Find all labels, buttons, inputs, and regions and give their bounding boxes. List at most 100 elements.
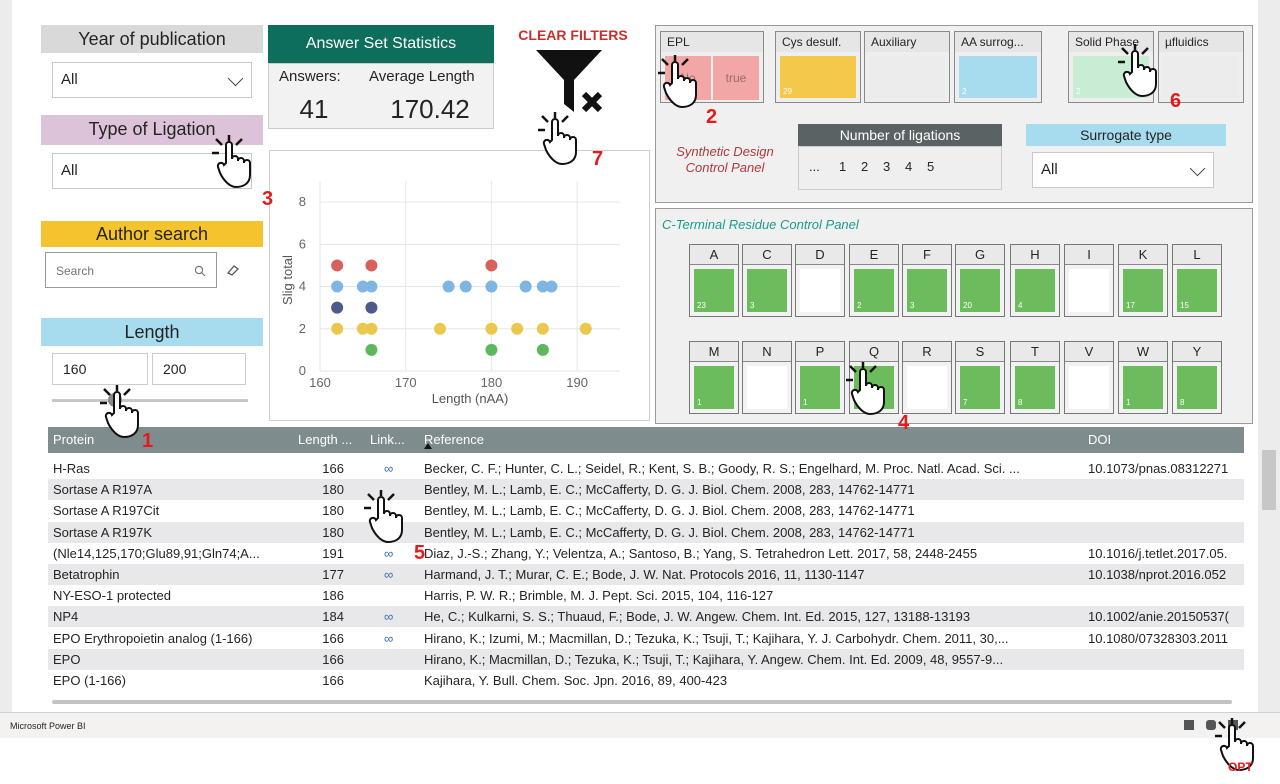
residue-label: K [1119,245,1167,265]
residue-fill: 15 [1177,269,1217,312]
linkedin-icon[interactable] [1184,720,1194,730]
scatter-chart: 160 170 180 190 0 2 4 6 8 Length (nAA) Slig total [280,181,620,406]
cell-reference: Bentley, M. L.; Lamb, E. C.; McCafferty,… [424,503,915,519]
residue-tile-n[interactable]: N [742,341,792,414]
residue-tile-k[interactable]: K 17 [1118,244,1168,317]
col-protein[interactable]: Protein [53,427,94,453]
tile-aa-surrogate[interactable]: AA surrog... 2 [954,31,1042,103]
cell-length: 166 [322,651,344,667]
author-search-input[interactable] [54,261,188,281]
link-icon[interactable]: ∞ [384,458,393,479]
marker-number: 7 [592,148,604,170]
residue-label: V [1065,342,1113,362]
residue-tile-w[interactable]: W1 [1118,341,1168,414]
cell-reference: Bentley, M. L.; Lamb, E. C.; McCafferty,… [424,482,915,498]
residue-tile-c[interactable]: C3 [742,244,792,317]
cell-reference: Kajihara, Y. Bull. Chem. Soc. Jpn. 2016,… [424,673,728,688]
table-row[interactable]: H-Ras 166 Becker, C. F.; Hunter, C. L.; Se… [48,458,1244,479]
horizontal-scrollbar-thumb[interactable] [52,700,1232,704]
cell-doi: 10.1038/nprot.2016.052 [1088,567,1227,582]
marker-number: 6 [1170,90,1182,112]
epl-true-option[interactable]: true [713,56,759,100]
cell-protein: EPO Erythropoietin analog (1-166) [53,630,253,646]
residue-tile-l[interactable]: L 15 [1172,244,1222,317]
cell-reference: Becker, C. F.; Hunter, C. L.; Seidel, R.… [424,461,1020,476]
col-reference[interactable]: Reference [424,427,484,453]
tile-auxiliary[interactable]: Auxiliary [864,31,950,103]
residue-tile-a[interactable]: A 23 [689,244,739,317]
clear-filters-label[interactable]: CLEAR FILTERS [502,27,644,43]
pointer-hand-icon [846,362,885,416]
scrollbar-thumb[interactable] [1262,450,1276,510]
ligations-option-3[interactable]: 3 [883,159,890,174]
ligations-option-1[interactable]: 1 [839,159,846,174]
link-icon[interactable]: ∞ [384,628,393,649]
residue-tile-t[interactable]: T8 [1010,341,1060,414]
table-row[interactable]: (Nle14,125,170;Glu89,91;Gln74;A... 191 Dia… [48,543,1244,564]
tile-auxiliary-label: Auxiliary [865,32,949,52]
year-dropdown[interactable]: All [52,62,252,98]
link-icon[interactable]: ∞ [384,564,393,585]
residue-tile-v[interactable]: V [1064,341,1114,414]
col-doi[interactable]: DOI [1088,427,1111,453]
y-tick-label: 8 [299,194,306,209]
residue-tile-g[interactable]: G 20 [955,244,1005,317]
num-ligations-slicer: ... 1 2 3 4 5 [798,146,1002,190]
residue-fill: 1 [800,366,840,409]
col-length[interactable]: Length ... [298,427,352,453]
table-row[interactable]: NP4 184 He, C.; Kulkarni, S. S.; Thuaud, F… [48,606,1244,628]
residue-fill [747,366,787,409]
residue-label: W [1119,342,1167,362]
caption-line1: Synthetic Design [676,144,774,159]
ligations-option-4[interactable]: 4 [905,159,912,174]
length-max-input[interactable]: 200 [152,353,246,385]
residue-tile-f[interactable]: F3 [902,244,952,317]
ligations-option-more[interactable]: ... [809,159,820,174]
data-point [331,301,344,314]
residue-tile-p[interactable]: P1 [795,341,845,414]
marker-number: OPT [1228,760,1253,774]
data-point [365,280,378,293]
table-row[interactable]: NY-ESO-1 protected 186 Harris, P. W. R.; B… [48,585,1244,606]
cell-reference: He, C.; Kulkarni, S. S.; Thuaud, F.; Bod… [424,609,971,625]
x-tick-label: 170 [395,375,417,390]
tile-cys-desulf[interactable]: Cys desulf. 29 [775,31,861,103]
residue-tile-y[interactable]: Y8 [1172,341,1222,414]
residue-fill: 23 [694,269,734,312]
col-link[interactable]: Link... [370,427,405,453]
ligations-option-5[interactable]: 5 [927,159,934,174]
data-point [331,322,344,335]
residue-tile-h[interactable]: H4 [1010,244,1060,317]
author-search-box[interactable] [45,252,217,288]
residue-tile-i[interactable]: I [1064,244,1114,317]
residue-count: 1 [1126,398,1131,407]
table-row[interactable]: EPO Erythropoietin analog (1-166) 166 Hira… [48,628,1244,649]
table-row[interactable]: Sortase A R197K 180 Bentley, M. L.; Lamb, … [48,521,1244,543]
horizontal-scrollbar[interactable] [48,697,1244,707]
residue-tile-s[interactable]: S7 [955,341,1005,414]
ligations-option-2[interactable]: 2 [861,159,868,174]
residue-tile-d[interactable]: D [795,244,845,317]
length-min-input[interactable]: 160 [52,353,148,385]
table-row[interactable]: EPO 166 Hirano, K.; Macmillan, D.; Tezuka,… [48,648,1244,670]
residue-fill [1069,366,1109,409]
surrogate-dropdown[interactable]: All [1032,152,1214,188]
search-icon[interactable] [194,265,206,277]
table-row[interactable]: EPO (1-166) 166 Kajihara, Y. Bull. Chem. S… [48,670,1244,691]
tile-aa-label: AA surrog... [955,32,1041,52]
residue-tile-e[interactable]: E2 [849,244,899,317]
link-icon[interactable]: ∞ [384,606,393,627]
residue-tile-r[interactable]: R [902,341,952,414]
table-row[interactable]: Betatrophin 177 Harmand, J. T.; Murar, C. … [48,564,1244,585]
powerbi-footer: Microsoft Power BI [0,712,1280,738]
table-row[interactable]: Sortase A R197Cit 180 Bentley, M. L.; Lamb… [48,500,1244,521]
table-row[interactable]: Sortase A R197A 180 Bentley, M. L.; Lamb, … [48,479,1244,501]
vertical-scrollbar[interactable] [1258,0,1280,712]
residue-fill: 4 [1015,269,1055,312]
residue-tile-m[interactable]: M1 [689,341,739,414]
cell-doi: 10.1080/07328303.2011 [1088,630,1229,646]
residue-label: D [796,245,844,265]
avg-length-label: Average Length [369,68,475,85]
eraser-icon[interactable] [226,263,240,277]
y-tick-label: 0 [299,363,306,378]
